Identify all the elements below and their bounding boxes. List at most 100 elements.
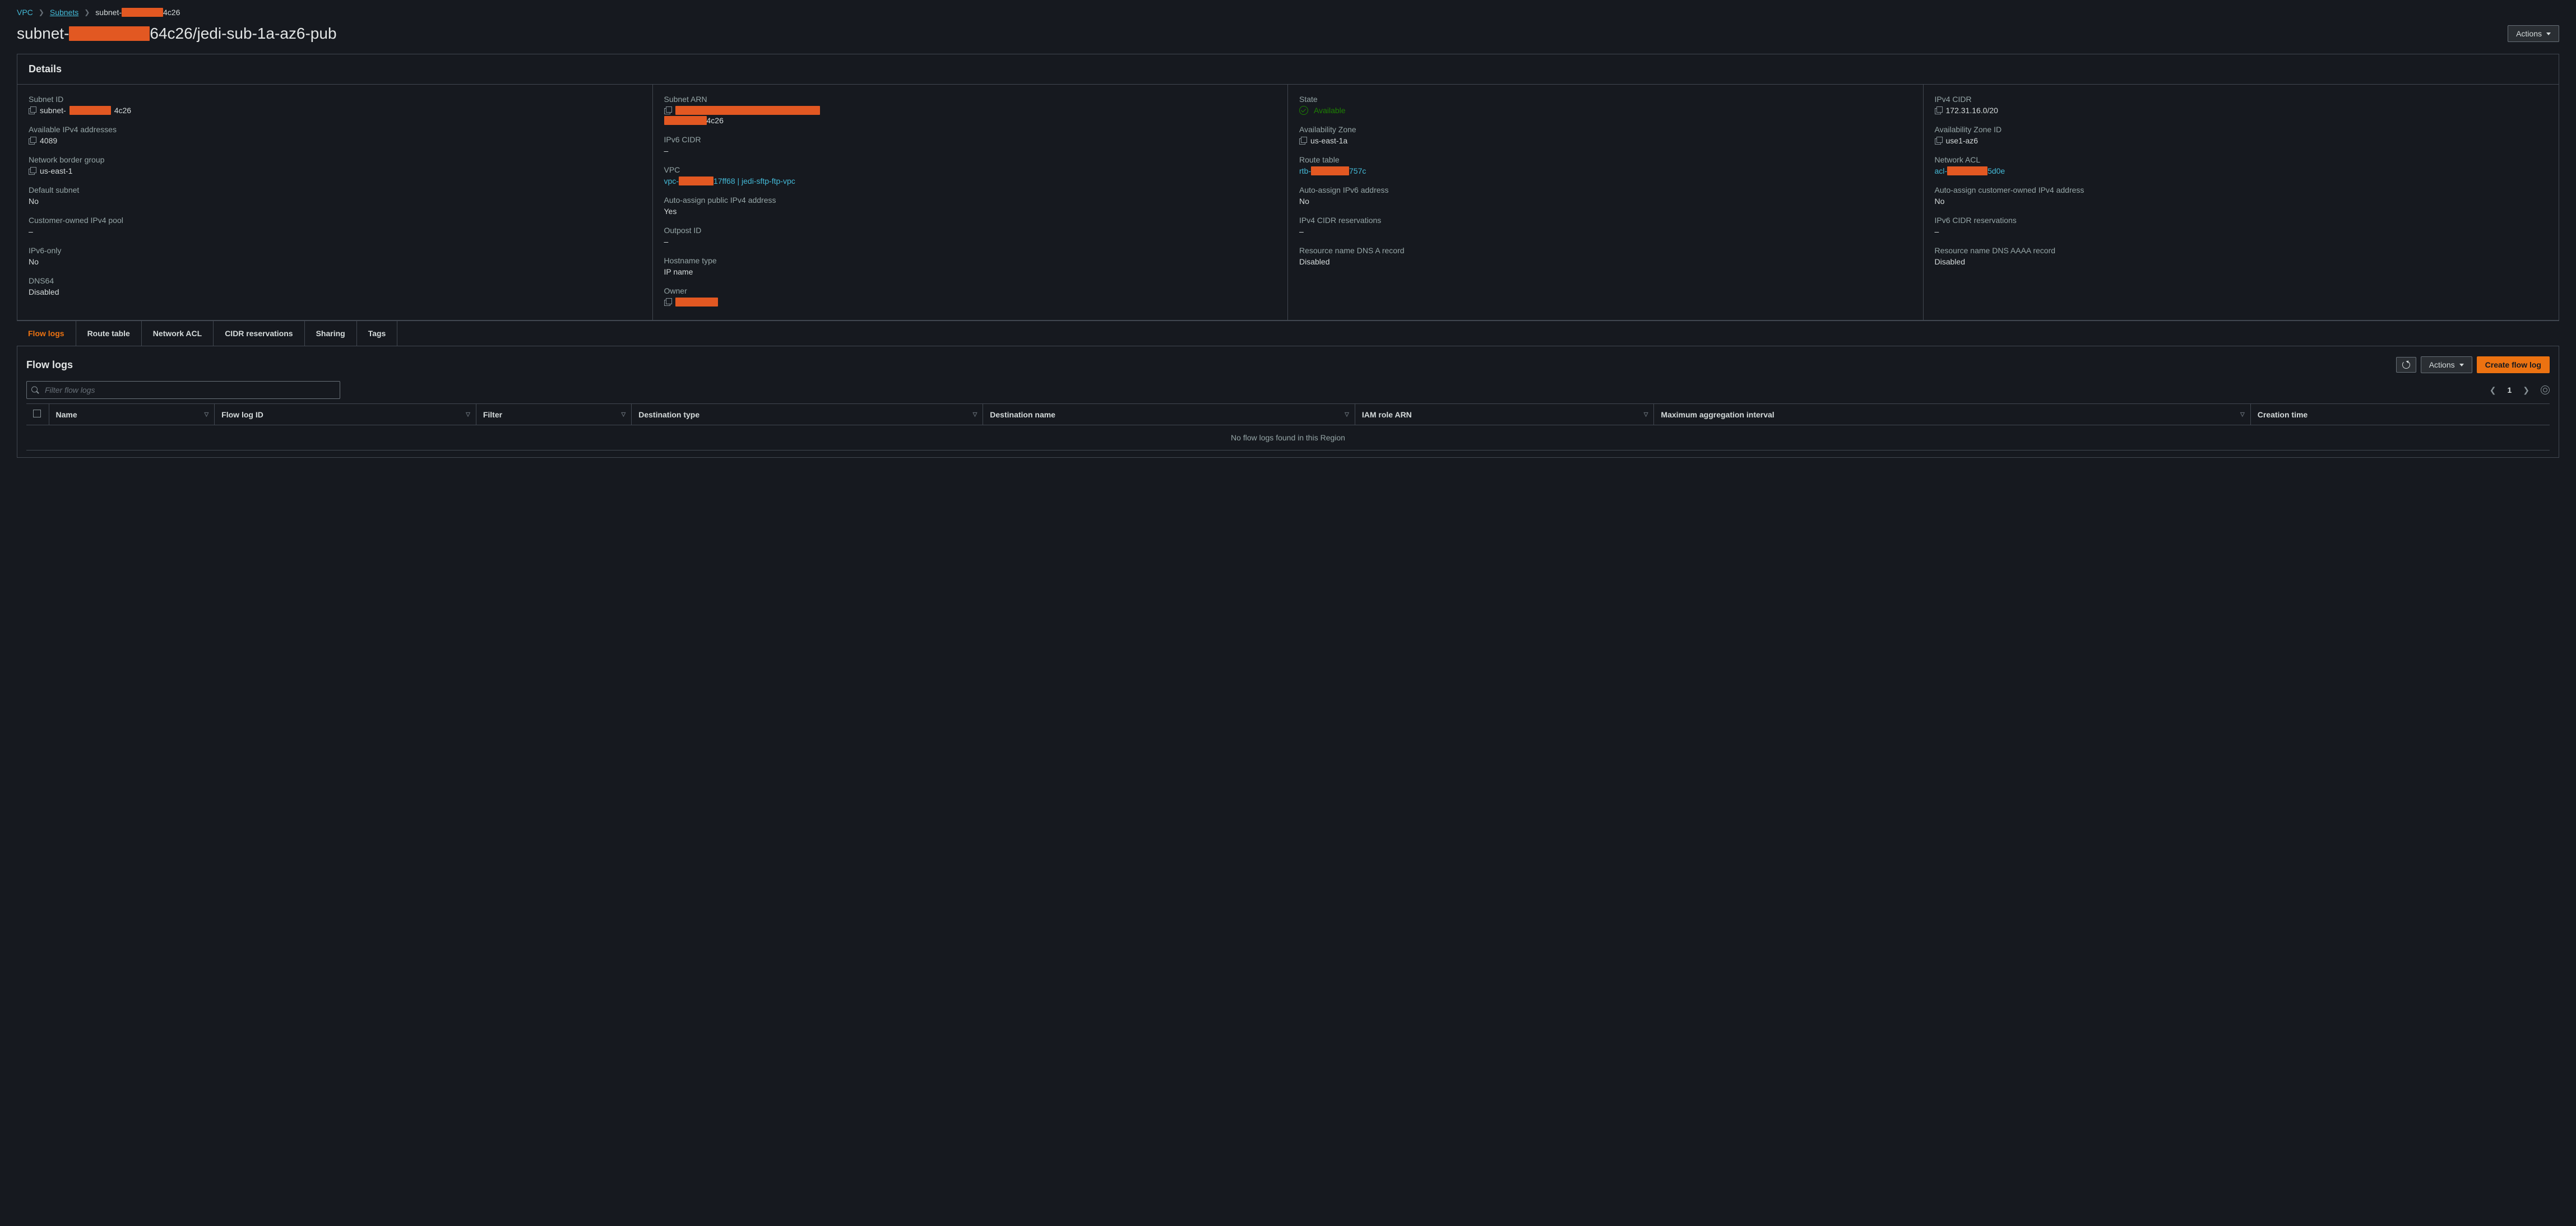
- breadcrumb-current-prefix: subnet-: [95, 8, 122, 17]
- label-dns-aaaa: Resource name DNS AAAA record: [1935, 246, 2548, 255]
- label-state: State: [1299, 95, 1912, 104]
- caret-down-icon: [2459, 364, 2464, 366]
- tab-route-table[interactable]: Route table: [76, 321, 142, 346]
- actions-button[interactable]: Actions: [2508, 25, 2559, 42]
- value-ipv4-cidr: 172.31.16.0/20: [1946, 106, 1998, 115]
- tab-cidr-reservations[interactable]: CIDR reservations: [214, 321, 304, 346]
- col-dest-type[interactable]: Destination type▽: [632, 404, 983, 425]
- tab-sharing[interactable]: Sharing: [305, 321, 357, 346]
- rtb-suffix: 757c: [1349, 166, 1366, 175]
- label-az-id: Availability Zone ID: [1935, 125, 2548, 134]
- tab-network-acl[interactable]: Network ACL: [142, 321, 214, 346]
- value-dns-a: Disabled: [1299, 257, 1329, 266]
- flow-logs-search: [26, 381, 340, 399]
- redacted-block: [664, 116, 707, 125]
- chevron-right-icon: ❯: [39, 8, 44, 16]
- copy-icon[interactable]: [1935, 137, 1943, 145]
- value-subnet-id-prefix: subnet-: [40, 106, 66, 115]
- flow-logs-filter-input[interactable]: [26, 381, 340, 399]
- label-nbg: Network border group: [29, 155, 641, 164]
- copy-icon[interactable]: [1299, 137, 1307, 145]
- col-flow-log-id[interactable]: Flow log ID▽: [215, 404, 476, 425]
- value-hostname-type: IP name: [664, 267, 693, 276]
- next-page-button[interactable]: ❯: [2519, 383, 2533, 397]
- col-filter[interactable]: Filter▽: [476, 404, 631, 425]
- label-owner: Owner: [664, 286, 1277, 295]
- copy-icon[interactable]: [1935, 106, 1943, 114]
- label-vpc: VPC: [664, 165, 1277, 174]
- breadcrumb-current-suffix: 4c26: [163, 8, 180, 17]
- copy-icon[interactable]: [29, 167, 36, 175]
- details-heading: Details: [29, 63, 2547, 75]
- prev-page-button[interactable]: ❮: [2486, 383, 2500, 397]
- flow-logs-table: Name▽ Flow log ID▽ Filter▽ Destination t…: [26, 403, 2550, 451]
- actions-label: Actions: [2516, 29, 2542, 38]
- flow-logs-actions-button[interactable]: Actions: [2421, 356, 2472, 373]
- flow-logs-section: Flow logs Actions Create flow log ❮ 1 ❯ …: [17, 346, 2559, 458]
- col-dest-name[interactable]: Destination name▽: [983, 404, 1355, 425]
- copy-icon[interactable]: [29, 106, 36, 114]
- label-co-ipv4-pool: Customer-owned IPv4 pool: [29, 216, 641, 225]
- col-max-agg[interactable]: Maximum aggregation interval▽: [1654, 404, 2250, 425]
- title-row: subnet-64c26 / jedi-sub-1a-az6-pub Actio…: [0, 19, 2576, 54]
- nacl-prefix: acl-: [1935, 166, 1948, 175]
- settings-icon[interactable]: [2541, 386, 2550, 394]
- sort-icon: ▽: [622, 411, 626, 417]
- redacted-block: [675, 106, 820, 115]
- label-default-subnet: Default subnet: [29, 185, 641, 194]
- label-subnet-arn: Subnet ARN: [664, 95, 1277, 104]
- redacted-block: [1947, 166, 1987, 175]
- select-all-checkbox[interactable]: [33, 410, 41, 417]
- redacted-block: [122, 8, 163, 17]
- value-outpost-id: –: [664, 237, 669, 246]
- value-nacl-link[interactable]: acl-5d0e: [1935, 166, 2005, 175]
- value-az-id: use1-az6: [1946, 136, 1979, 145]
- value-subnet-id-suffix: 4c26: [114, 106, 131, 115]
- value-ipv6-cidr: –: [664, 146, 669, 155]
- refresh-icon: [2402, 361, 2410, 369]
- copy-icon[interactable]: [29, 137, 36, 145]
- tab-tags[interactable]: Tags: [357, 321, 398, 346]
- value-auto-ipv6: No: [1299, 197, 1309, 206]
- label-dns-a: Resource name DNS A record: [1299, 246, 1912, 255]
- label-dns64: DNS64: [29, 276, 641, 285]
- label-auto-pub-ipv4: Auto-assign public IPv4 address: [664, 196, 1277, 205]
- label-auto-co-ipv4: Auto-assign customer-owned IPv4 address: [1935, 185, 2548, 194]
- value-dns64: Disabled: [29, 287, 59, 296]
- value-avail-ipv4: 4089: [40, 136, 57, 145]
- breadcrumb-vpc[interactable]: VPC: [17, 8, 33, 17]
- copy-icon[interactable]: [664, 106, 672, 114]
- label-nacl: Network ACL: [1935, 155, 2548, 164]
- pager: ❮ 1 ❯: [2486, 383, 2550, 397]
- value-auto-co-ipv4: No: [1935, 197, 1945, 206]
- breadcrumb-subnets[interactable]: Subnets: [50, 8, 78, 17]
- current-page: 1: [2507, 386, 2512, 394]
- label-route-table: Route table: [1299, 155, 1912, 164]
- value-subnet-arn-suffix: 4c26: [707, 116, 724, 125]
- redacted-block: [70, 106, 111, 115]
- redacted-block: [675, 298, 718, 306]
- title-name: jedi-sub-1a-az6-pub: [197, 25, 336, 43]
- col-iam-role[interactable]: IAM role ARN▽: [1355, 404, 1654, 425]
- breadcrumb: VPC ❯ Subnets ❯ subnet-4c26: [0, 0, 2576, 19]
- details-header: Details: [17, 54, 2559, 85]
- tab-flow-logs[interactable]: Flow logs: [17, 321, 76, 346]
- value-vpc-link[interactable]: vpc-17ff68 | jedi-sftp-ftp-vpc: [664, 177, 795, 185]
- value-ipv4-cidr-res: –: [1299, 227, 1304, 236]
- value-dns-aaaa: Disabled: [1935, 257, 1965, 266]
- value-route-table-link[interactable]: rtb-757c: [1299, 166, 1366, 175]
- copy-icon[interactable]: [664, 298, 672, 306]
- refresh-button[interactable]: [2396, 357, 2416, 373]
- sort-icon: ▽: [204, 411, 209, 417]
- col-name[interactable]: Name▽: [49, 404, 215, 425]
- value-az: us-east-1a: [1310, 136, 1347, 145]
- sort-icon: ▽: [1345, 411, 1349, 417]
- label-ipv4-cidr: IPv4 CIDR: [1935, 95, 2548, 104]
- sort-icon: ▽: [973, 411, 977, 417]
- label-az: Availability Zone: [1299, 125, 1912, 134]
- vpc-prefix: vpc-: [664, 177, 679, 185]
- details-col-2: Subnet ARN 4c26 IPv6 CIDR – VPC: [653, 85, 1289, 320]
- col-creation[interactable]: Creation time: [2250, 404, 2550, 425]
- redacted-block: [679, 177, 714, 185]
- create-flow-log-button[interactable]: Create flow log: [2477, 356, 2550, 373]
